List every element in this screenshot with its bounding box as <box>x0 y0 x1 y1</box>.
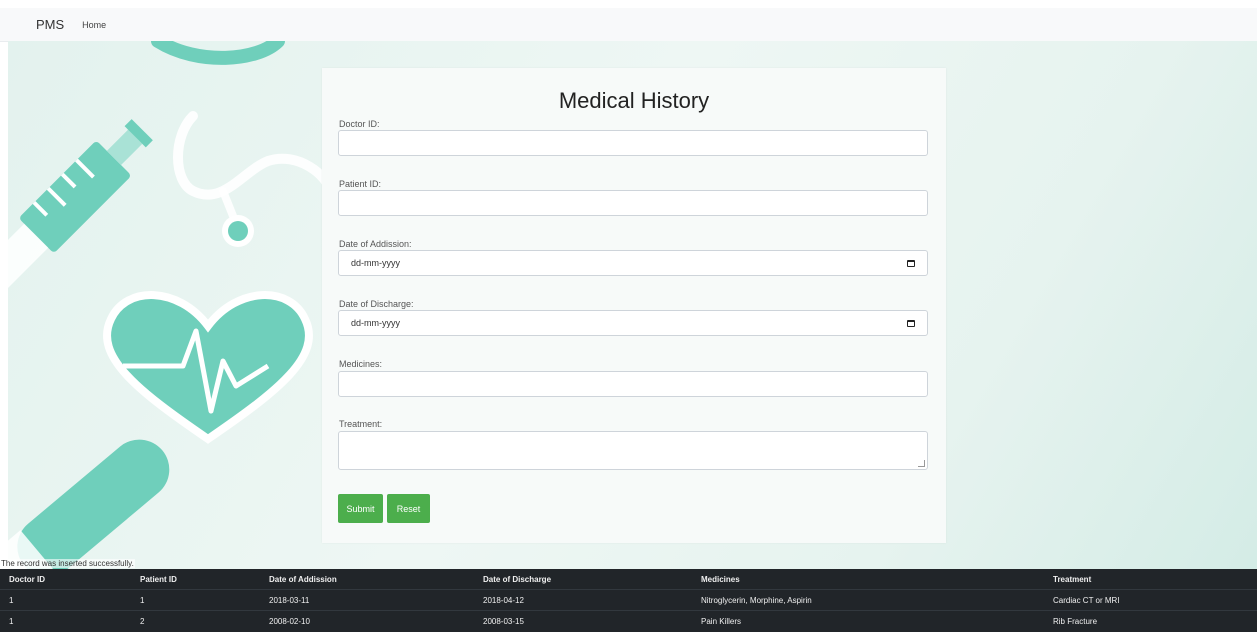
submit-button[interactable]: Submit <box>338 494 383 523</box>
records-table: Doctor ID Patient ID Date of Addission D… <box>0 569 1257 631</box>
admission-date-input[interactable]: dd-mm-yyyy <box>338 250 928 276</box>
calendar-icon[interactable] <box>907 259 915 267</box>
resize-handle-icon[interactable] <box>918 460 925 467</box>
table-row: 1 1 2018-03-11 2018-04-12 Nitroglycerin,… <box>0 589 1257 611</box>
table-cell: 2018-03-11 <box>260 589 474 611</box>
column-header-patient-id: Patient ID <box>131 569 260 590</box>
page: PMS Home Medical History Doctor ID: Pati… <box>0 0 1257 632</box>
navbar-brand[interactable]: PMS <box>36 17 64 32</box>
table-cell: 2008-02-10 <box>260 610 474 631</box>
table-cell: Pain Killers <box>692 610 1044 631</box>
medical-decor-illustration <box>8 41 335 569</box>
admission-date-placeholder: dd-mm-yyyy <box>351 258 400 268</box>
stethoscope-tube-icon <box>151 41 285 65</box>
table-cell: Nitroglycerin, Morphine, Aspirin <box>692 589 1044 611</box>
table-cell: 2008-03-15 <box>474 610 692 631</box>
reset-button[interactable]: Reset <box>387 494 430 523</box>
nav-link-home[interactable]: Home <box>82 20 106 30</box>
doctor-id-label: Doctor ID: <box>339 119 380 129</box>
column-header-discharge-date: Date of Discharge <box>474 569 692 590</box>
treatment-textarea[interactable] <box>338 431 928 470</box>
form-title: Medical History <box>558 88 710 113</box>
medical-history-form: Medical History Doctor ID: Patient ID: D… <box>322 68 946 543</box>
column-header-medicines: Medicines <box>692 569 1044 590</box>
column-header-admission-date: Date of Addission <box>260 569 474 590</box>
navbar: PMS Home <box>0 8 1257 42</box>
calendar-icon[interactable] <box>907 319 915 327</box>
column-header-treatment: Treatment <box>1044 569 1257 590</box>
discharge-date-placeholder: dd-mm-yyyy <box>351 318 400 328</box>
medicines-label: Medicines: <box>339 359 383 369</box>
table-row: 1 2 2008-02-10 2008-03-15 Pain Killers R… <box>0 610 1257 631</box>
admission-date-label: Date of Addission: <box>339 239 412 249</box>
discharge-date-input[interactable]: dd-mm-yyyy <box>338 310 928 336</box>
doctor-id-input[interactable] <box>338 130 928 156</box>
table-cell: 2 <box>131 610 260 631</box>
top-strip <box>0 0 1257 8</box>
table-cell: 1 <box>131 589 260 611</box>
table-cell: Rib Fracture <box>1044 610 1257 631</box>
table-cell: Cardiac CT or MRI <box>1044 589 1257 611</box>
patient-id-input[interactable] <box>338 190 928 216</box>
table-cell: 1 <box>0 589 131 611</box>
pill-icon <box>8 439 170 569</box>
medicines-input[interactable] <box>338 371 928 397</box>
records-table-container: Doctor ID Patient ID Date of Addission D… <box>0 569 1257 632</box>
table-header-row: Doctor ID Patient ID Date of Addission D… <box>0 569 1257 590</box>
treatment-label: Treatment: <box>339 419 383 429</box>
column-header-doctor-id: Doctor ID <box>0 569 131 590</box>
table-cell: 1 <box>0 610 131 631</box>
discharge-date-label: Date of Discharge: <box>339 299 414 309</box>
syringe-icon <box>8 119 153 305</box>
status-message: The record was inserted successfully. <box>0 559 135 568</box>
table-cell: 2018-04-12 <box>474 589 692 611</box>
patient-id-label: Patient ID: <box>339 179 382 189</box>
